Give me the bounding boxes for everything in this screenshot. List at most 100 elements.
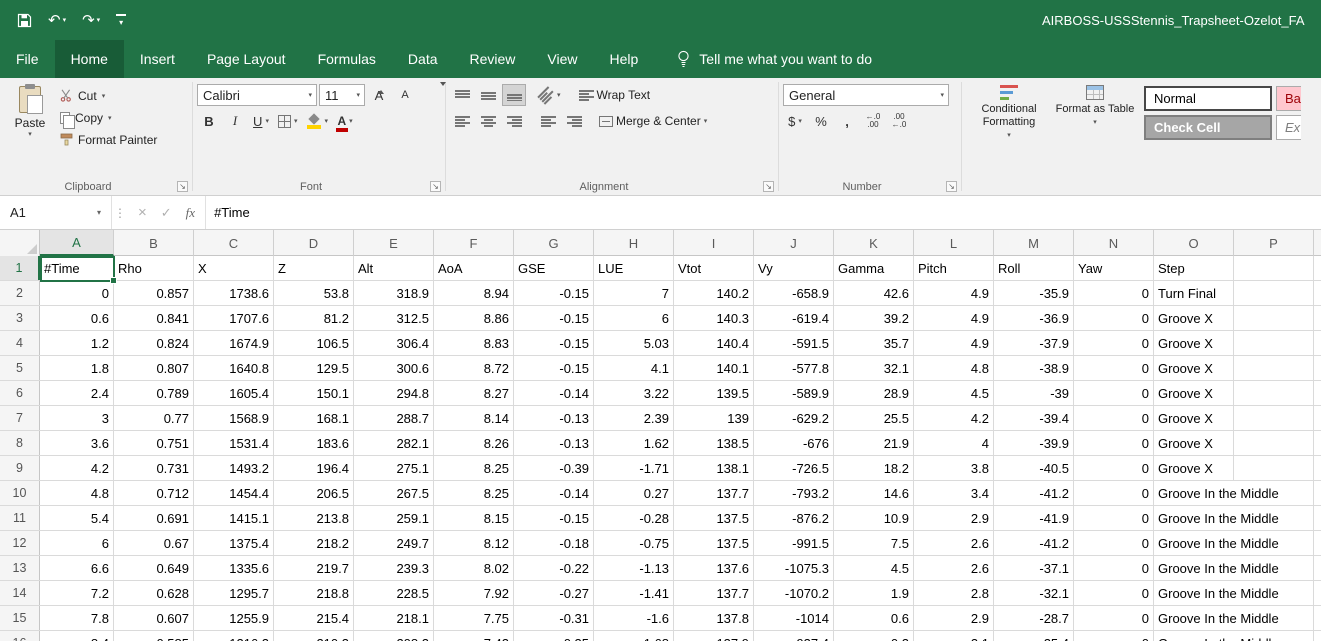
cell-J14[interactable]: -1070.2 [754, 581, 834, 605]
row-header-3[interactable]: 3 [0, 306, 40, 330]
row-header-12[interactable]: 12 [0, 531, 40, 555]
cell-H3[interactable]: 6 [594, 306, 674, 330]
cell-G1[interactable]: GSE [514, 256, 594, 280]
cell-M8[interactable]: -39.9 [994, 431, 1074, 455]
cell-G3[interactable]: -0.15 [514, 306, 594, 330]
cell-L4[interactable]: 4.9 [914, 331, 994, 355]
italic-button[interactable]: I [223, 110, 247, 132]
cell-H12[interactable]: -0.75 [594, 531, 674, 555]
cell-A8[interactable]: 3.6 [40, 431, 114, 455]
increase-decimal-button[interactable]: ←.0.00 [861, 110, 885, 132]
cell-N12[interactable]: 0 [1074, 531, 1154, 555]
cell-B4[interactable]: 0.824 [114, 331, 194, 355]
column-header-D[interactable]: D [274, 230, 354, 256]
cell-K8[interactable]: 21.9 [834, 431, 914, 455]
cell-P8[interactable] [1234, 431, 1314, 455]
ribbon-tab-help[interactable]: Help [594, 40, 655, 78]
cell-L14[interactable]: 2.8 [914, 581, 994, 605]
cell-A11[interactable]: 5.4 [40, 506, 114, 530]
cell-D2[interactable]: 53.8 [274, 281, 354, 305]
cell-D5[interactable]: 129.5 [274, 356, 354, 380]
enter-icon[interactable]: ✓ [161, 205, 172, 221]
decrease-indent-button[interactable] [536, 110, 560, 132]
cell-M6[interactable]: -39 [994, 381, 1074, 405]
cell-K7[interactable]: 25.5 [834, 406, 914, 430]
align-left-button[interactable] [450, 110, 474, 132]
row-header-14[interactable]: 14 [0, 581, 40, 605]
cell-N5[interactable]: 0 [1074, 356, 1154, 380]
cell-O3[interactable]: Groove X [1154, 306, 1234, 330]
cell-L1[interactable]: Pitch [914, 256, 994, 280]
cell-B2[interactable]: 0.857 [114, 281, 194, 305]
cell-G11[interactable]: -0.15 [514, 506, 594, 530]
cell-J6[interactable]: -589.9 [754, 381, 834, 405]
redo-icon[interactable]: ↷▾ [75, 0, 107, 40]
cell-N11[interactable]: 0 [1074, 506, 1154, 530]
cell-J2[interactable]: -658.9 [754, 281, 834, 305]
cell-N10[interactable]: 0 [1074, 481, 1154, 505]
column-header-M[interactable]: M [994, 230, 1074, 256]
cell-D9[interactable]: 196.4 [274, 456, 354, 480]
cell-E15[interactable]: 218.1 [354, 606, 434, 630]
top-align-button[interactable] [450, 84, 474, 106]
cell-G9[interactable]: -0.39 [514, 456, 594, 480]
clipboard-dialog-launcher-icon[interactable]: ↘ [177, 181, 188, 192]
merge-center-button[interactable]: Merge & Center ▾ [596, 110, 710, 132]
cell-H2[interactable]: 7 [594, 281, 674, 305]
cell-D16[interactable]: 210.3 [274, 631, 354, 641]
cell-I8[interactable]: 138.5 [674, 431, 754, 455]
column-header-K[interactable]: K [834, 230, 914, 256]
cell-C10[interactable]: 1454.4 [194, 481, 274, 505]
decrease-decimal-button[interactable]: .00←.0 [887, 110, 911, 132]
cell-P7[interactable] [1234, 406, 1314, 430]
column-header-N[interactable]: N [1074, 230, 1154, 256]
cell-B8[interactable]: 0.751 [114, 431, 194, 455]
bold-button[interactable]: B [197, 110, 221, 132]
formula-input[interactable]: #Time [206, 196, 1321, 229]
cell-C4[interactable]: 1674.9 [194, 331, 274, 355]
cell-I15[interactable]: 137.8 [674, 606, 754, 630]
cell-H4[interactable]: 5.03 [594, 331, 674, 355]
cell-E9[interactable]: 275.1 [354, 456, 434, 480]
wrap-text-button[interactable]: Wrap Text [576, 84, 654, 106]
comma-style-button[interactable]: , [835, 110, 859, 132]
cell-L12[interactable]: 2.6 [914, 531, 994, 555]
cell-N4[interactable]: 0 [1074, 331, 1154, 355]
cell-N3[interactable]: 0 [1074, 306, 1154, 330]
cell-H13[interactable]: -1.13 [594, 556, 674, 580]
cell-L16[interactable]: 3.1 [914, 631, 994, 641]
cell-C2[interactable]: 1738.6 [194, 281, 274, 305]
cell-C6[interactable]: 1605.4 [194, 381, 274, 405]
save-icon[interactable] [10, 0, 39, 40]
cell-H1[interactable]: LUE [594, 256, 674, 280]
cell-O11[interactable]: Groove In the Middle [1154, 506, 1234, 530]
cell-E12[interactable]: 249.7 [354, 531, 434, 555]
column-header-P[interactable]: P [1234, 230, 1314, 256]
chevron-down-icon[interactable]: ▾ [93, 208, 105, 217]
insert-function-icon[interactable]: fx [186, 205, 195, 221]
cell-M7[interactable]: -39.4 [994, 406, 1074, 430]
cell-K16[interactable]: -0.2 [834, 631, 914, 641]
increase-indent-button[interactable] [562, 110, 586, 132]
cell-L7[interactable]: 4.2 [914, 406, 994, 430]
cell-H10[interactable]: 0.27 [594, 481, 674, 505]
cell-E1[interactable]: Alt [354, 256, 434, 280]
cell-C11[interactable]: 1415.1 [194, 506, 274, 530]
format-as-table-button[interactable]: Format as Table ▾ [1052, 81, 1138, 142]
cell-A5[interactable]: 1.8 [40, 356, 114, 380]
cell-H15[interactable]: -1.6 [594, 606, 674, 630]
cell-L5[interactable]: 4.8 [914, 356, 994, 380]
cell-D4[interactable]: 106.5 [274, 331, 354, 355]
cell-C7[interactable]: 1568.9 [194, 406, 274, 430]
cell-O12[interactable]: Groove In the Middle [1154, 531, 1234, 555]
cell-H14[interactable]: -1.41 [594, 581, 674, 605]
orientation-button[interactable]: ▾ [536, 84, 564, 106]
cell-I16[interactable]: 137.9 [674, 631, 754, 641]
cell-M12[interactable]: -41.2 [994, 531, 1074, 555]
cell-N6[interactable]: 0 [1074, 381, 1154, 405]
cell-P9[interactable] [1234, 456, 1314, 480]
cell-D14[interactable]: 218.8 [274, 581, 354, 605]
cell-J4[interactable]: -591.5 [754, 331, 834, 355]
cell-N16[interactable]: 0 [1074, 631, 1154, 641]
cell-G4[interactable]: -0.15 [514, 331, 594, 355]
